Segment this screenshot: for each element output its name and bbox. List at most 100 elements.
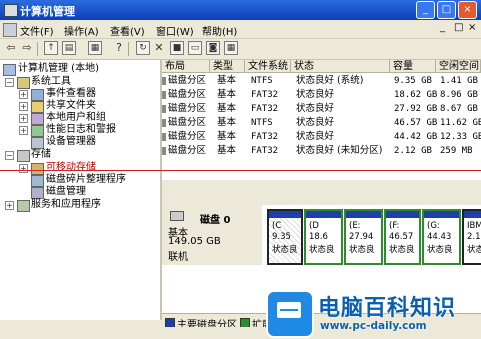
partition-text: 状态良 — [272, 245, 298, 255]
table-cell: 基本 — [217, 89, 237, 100]
volume-icon — [162, 119, 166, 127]
table-cell: 11.62 GB — [440, 118, 481, 128]
defrag-icon — [31, 175, 44, 187]
refresh-icon[interactable]: ↻ — [136, 41, 150, 55]
table-row[interactable]: 磁盘分区 基本 FAT32 状态良好 27.92 GB 8.67 GB — [162, 103, 481, 115]
toolbar-separator — [37, 42, 38, 56]
partition-text: 27.94 — [349, 232, 374, 242]
show-tree-icon[interactable]: ▤ — [62, 41, 76, 55]
shared-folder-icon — [31, 101, 44, 113]
table-row[interactable]: 磁盘分区 基本 NTFS 状态良好 (系统) 9.35 GB 1.41 GB — [162, 75, 481, 87]
close-button[interactable]: × — [458, 1, 477, 19]
watermark-title: 电脑百科知识 — [318, 296, 457, 321]
partition-text: (G: — [427, 221, 440, 231]
forward-arrow-icon[interactable]: ⇨ — [20, 41, 34, 55]
partition-text: 2.12 — [467, 232, 481, 242]
table-row[interactable]: 磁盘分区 基本 FAT32 状态良好 44.42 GB 12.33 GB — [162, 131, 481, 143]
table-cell: 状态良好 — [296, 89, 335, 100]
collapse-toggle[interactable]: − — [5, 78, 14, 87]
partition-block[interactable]: (E: 27.94 状态良 — [344, 209, 383, 265]
column-header-capacity[interactable]: 容量 — [390, 60, 436, 73]
mdi-minimize-button[interactable]: _ — [440, 22, 445, 33]
pane-splitter[interactable] — [162, 183, 481, 205]
table-cell: 基本 — [217, 131, 237, 142]
console-tree: 计算机管理 (本地) − 系统工具 + 事件查看器 + 共享文件夹 + 本地用户… — [0, 60, 162, 320]
table-cell: NTFS — [251, 118, 273, 128]
table-cell: FAT32 — [251, 104, 279, 114]
column-header-status[interactable]: 状态 — [291, 60, 390, 73]
table-cell: 46.57 GB — [394, 118, 438, 128]
computer-management-icon — [4, 4, 18, 17]
partition-block[interactable]: (G: 44.43 状态良 — [422, 209, 461, 265]
menu-action[interactable]: 操作(A) — [64, 23, 99, 38]
partition-block[interactable]: (C 9.35 状态良 — [267, 209, 303, 265]
column-header-free-space[interactable]: 空闲空间 — [436, 60, 481, 73]
table-cell: 8.96 GB — [440, 90, 478, 100]
collapse-toggle[interactable]: − — [5, 151, 14, 160]
column-header-filesystem[interactable]: 文件系统 — [245, 60, 291, 73]
site-watermark: 电脑百科知识 www.pc-daily.com — [266, 288, 481, 339]
menu-view[interactable]: 查看(V) — [110, 23, 145, 38]
disk-size: 149.05 GB — [168, 236, 221, 247]
grid-icon[interactable]: ▦ — [224, 41, 238, 55]
partition-type-bar — [424, 211, 459, 218]
column-header-type[interactable]: 类型 — [210, 60, 245, 73]
table-cell: 磁盘分区 — [168, 131, 207, 142]
table-cell: 12.33 GB — [440, 132, 481, 142]
volume-icon — [162, 91, 166, 99]
partition-text: (C — [272, 221, 282, 231]
table-cell: FAT32 — [251, 90, 279, 100]
back-arrow-icon[interactable]: ⇦ — [4, 41, 18, 55]
table-cell: 磁盘分区 — [168, 145, 207, 156]
delete-icon[interactable]: ✕ — [152, 41, 166, 55]
expand-toggle[interactable]: + — [19, 90, 28, 99]
table-cell: 44.42 GB — [394, 132, 438, 142]
properties-icon[interactable]: ▦ — [88, 41, 102, 55]
table-cell: 2.12 GB — [394, 146, 432, 156]
table-cell: 18.62 GB — [394, 90, 438, 100]
mmc-icon[interactable] — [3, 23, 17, 37]
table-cell: FAT32 — [251, 132, 279, 142]
partition-text: 44.43 — [427, 232, 452, 242]
partition-text: 46.57 — [389, 232, 414, 242]
partition-block[interactable]: (D 18.6 状态良 — [304, 209, 343, 265]
properties-sheet-icon[interactable]: ■ — [170, 41, 184, 55]
mdi-close-button[interactable]: × — [468, 22, 476, 33]
partition-block[interactable]: (F: 46.57 状态良 — [384, 209, 421, 265]
partition-text: 状态良 — [309, 245, 335, 255]
table-cell: 磁盘分区 — [168, 75, 207, 86]
expand-toggle[interactable]: + — [5, 201, 14, 210]
expand-toggle[interactable]: + — [19, 164, 28, 173]
expand-toggle[interactable]: + — [19, 114, 28, 123]
window-title: 计算机管理 — [20, 5, 75, 18]
menu-help[interactable]: 帮助(H) — [202, 23, 237, 38]
partition-type-bar — [269, 211, 301, 218]
table-row[interactable]: 磁盘分区 基本 FAT32 状态良好 18.62 GB 8.96 GB — [162, 89, 481, 101]
up-folder-icon[interactable]: ↑ — [44, 41, 58, 55]
table-row[interactable]: 磁盘分区 基本 FAT32 状态良好 (未知分区) 2.12 GB 259 MB — [162, 145, 481, 157]
disk-icon[interactable]: ◙ — [206, 41, 220, 55]
table-cell: 状态良好 (系统) — [296, 75, 364, 86]
partition-type-bar — [464, 211, 481, 218]
menu-file[interactable]: 文件(F) — [20, 23, 54, 38]
computer-icon — [3, 64, 16, 76]
mdi-restore-button[interactable]: □ — [454, 22, 463, 33]
toolbar-separator — [128, 42, 129, 56]
open-folder-icon[interactable]: ▭ — [188, 41, 202, 55]
maximize-button[interactable]: □ — [437, 1, 456, 19]
disk-0-label[interactable]: 磁盘 0 基本 149.05 GB 联机 — [162, 205, 262, 265]
volume-icon — [162, 133, 166, 141]
minimize-button[interactable]: _ — [416, 1, 435, 19]
disk-icon — [170, 211, 184, 221]
users-icon — [31, 113, 44, 125]
expand-toggle[interactable]: + — [19, 102, 28, 111]
menu-window[interactable]: 窗口(W) — [156, 23, 194, 38]
table-cell: 基本 — [217, 103, 237, 114]
expand-toggle[interactable]: + — [19, 126, 28, 135]
partition-block[interactable]: IBM2.12 状态良 — [462, 209, 481, 265]
help-icon[interactable]: ? — [112, 41, 126, 55]
column-header-layout[interactable]: 布局 — [162, 60, 210, 73]
disk-management-icon — [31, 187, 44, 199]
table-row[interactable]: 磁盘分区 基本 NTFS 状态良好 46.57 GB 11.62 GB — [162, 117, 481, 129]
table-cell: 磁盘分区 — [168, 103, 207, 114]
